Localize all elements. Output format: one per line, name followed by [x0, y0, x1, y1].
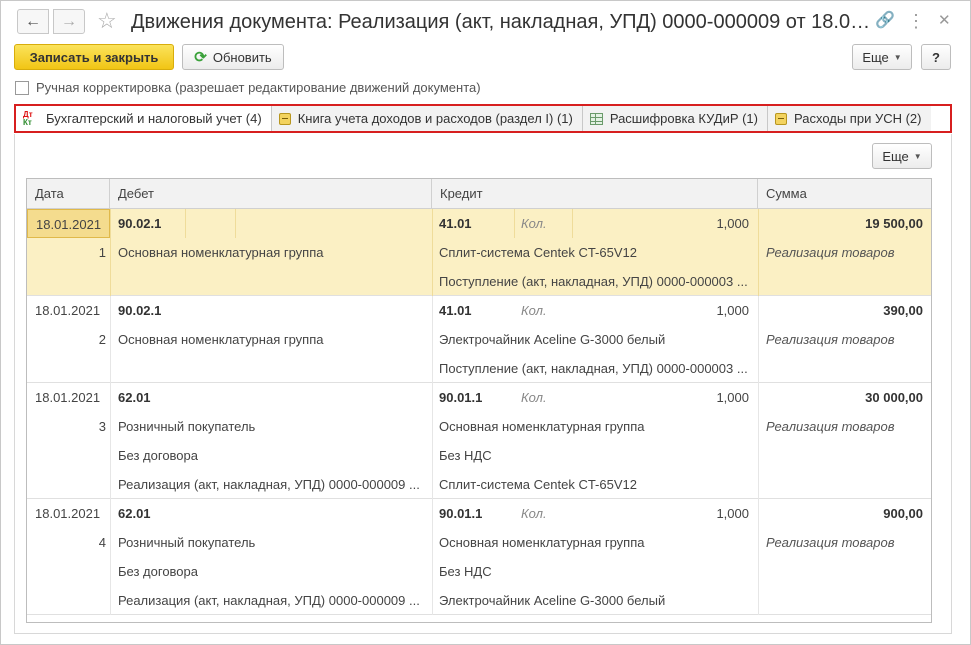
grid-icon	[589, 112, 603, 125]
row-date: 18.01.2021	[35, 506, 101, 521]
tab-accounting-label: Бухгалтерский и налоговый учет (4)	[46, 111, 262, 126]
dt-kt-icon: Дт Кт	[23, 109, 33, 127]
more-vertical-icon[interactable]: ⋮	[907, 11, 925, 31]
table-row[interactable]: 18.01.2021 4 62.01 Розничный покупатель …	[27, 499, 931, 615]
debit-subconto: Реализация (акт, накладная, УПД) 0000-00…	[118, 477, 420, 492]
debit-account: 90.02.1	[118, 303, 162, 318]
qty-label: Кол.	[521, 506, 547, 521]
credit-subconto: Без НДС	[439, 448, 492, 463]
credit-qty: 1,000	[716, 390, 749, 405]
qty-label: Кол.	[521, 390, 547, 405]
tab-accounting[interactable]: Дт Кт Бухгалтерский и налоговый учет (4)	[16, 106, 272, 131]
row-sum: 900,00	[883, 506, 923, 521]
save-and-close-label: Записать и закрыть	[29, 49, 159, 65]
credit-subconto: Без НДС	[439, 564, 492, 579]
credit-subconto: Поступление (акт, накладная, УПД) 0000-0…	[439, 274, 748, 289]
qty-label: Кол.	[521, 303, 547, 318]
debit-account: 90.02.1	[118, 216, 162, 231]
row-content: Реализация товаров	[766, 332, 895, 347]
table-row[interactable]: 18.01.2021 2 90.02.1 Основная номенклату…	[27, 296, 931, 383]
credit-subconto: Основная номенклатурная группа	[439, 419, 645, 434]
table-row[interactable]: 18.01.2021 3 62.01 Розничный покупатель …	[27, 383, 931, 499]
manual-correction-label[interactable]: Ручная корректировка (разрешает редактир…	[36, 80, 481, 95]
debit-account: 62.01	[118, 390, 151, 405]
row-sum: 19 500,00	[865, 216, 923, 231]
debit-subconto: Без договора	[118, 448, 198, 463]
row-number: 1	[98, 245, 106, 260]
refresh-button[interactable]: ⟳ Обновить	[182, 44, 284, 70]
refresh-label: Обновить	[212, 49, 272, 65]
credit-subconto: Основная номенклатурная группа	[439, 535, 645, 550]
row-number: 2	[98, 332, 106, 347]
arrow-right-icon[interactable]: →	[53, 9, 85, 34]
close-icon[interactable]: ✕	[938, 11, 951, 31]
window-title: Движения документа: Реализация (акт, нак…	[131, 11, 871, 33]
movements-table: Дата Дебет Кредит Сумма 18.01.2021 1 90.…	[26, 178, 932, 623]
help-button[interactable]: ?	[921, 44, 951, 70]
manual-correction-checkbox[interactable]	[15, 80, 29, 95]
save-and-close-button[interactable]: Записать и закрыть	[14, 44, 174, 70]
document-movements-window: ← → ☆ Движения документа: Реализация (ак…	[0, 0, 971, 645]
row-number: 4	[98, 535, 106, 550]
tab-kudir-details[interactable]: Расшифровка КУДиР (1)	[582, 106, 768, 131]
title-bar: ← → ☆ Движения документа: Реализация (ак…	[1, 1, 970, 41]
row-date[interactable]: 18.01.2021	[27, 209, 110, 238]
column-header-credit[interactable]: Кредит	[432, 179, 758, 209]
more-actions-button[interactable]: Еще ▼	[852, 44, 912, 70]
row-date: 18.01.2021	[35, 390, 101, 405]
row-sum: 390,00	[883, 303, 923, 318]
tab-usn-expenses-label: Расходы при УСН (2)	[794, 111, 922, 126]
qty-label: Кол.	[521, 216, 547, 231]
row-content: Реализация товаров	[766, 245, 895, 260]
credit-qty: 1,000	[716, 216, 749, 231]
manual-correction-row: Ручная корректировка (разрешает редактир…	[15, 80, 481, 95]
credit-subconto: Электрочайник Aceline G-3000 белый	[439, 593, 666, 608]
debit-subconto: Розничный покупатель	[118, 419, 256, 434]
tab-usn-expenses[interactable]: Расходы при УСН (2)	[768, 106, 931, 131]
credit-qty: 1,000	[716, 506, 749, 521]
debit-subconto: Реализация (акт, накладная, УПД) 0000-00…	[118, 593, 420, 608]
tab-bar: Дт Кт Бухгалтерский и налоговый учет (4) …	[16, 106, 931, 131]
row-content: Реализация товаров	[766, 535, 895, 550]
more-actions-label: Еще	[862, 49, 889, 65]
arrow-left-icon[interactable]: ←	[17, 9, 49, 34]
book-icon	[775, 112, 787, 125]
tab-income-expense-book-label: Книга учета доходов и расходов (раздел I…	[297, 111, 573, 126]
caret-down-icon: ▼	[893, 52, 902, 62]
caret-down-icon: ▼	[913, 151, 922, 161]
help-label: ?	[932, 49, 940, 65]
credit-subconto: Электрочайник Aceline G-3000 белый	[439, 332, 666, 347]
credit-subconto: Сплит-система Centek CT-65V12	[439, 245, 637, 260]
debit-subconto: Без договора	[118, 564, 198, 579]
credit-subconto: Поступление (акт, накладная, УПД) 0000-0…	[439, 361, 748, 376]
debit-account: 62.01	[118, 506, 151, 521]
tab-kudir-details-label: Расшифровка КУДиР (1)	[609, 111, 758, 126]
table-row[interactable]: 18.01.2021 1 90.02.1 Основная номенклату…	[27, 209, 931, 296]
column-header-date[interactable]: Дата	[27, 179, 110, 209]
debit-subconto: Основная номенклатурная группа	[118, 332, 324, 347]
link-icon[interactable]: 🔗	[875, 11, 895, 31]
table-header: Дата Дебет Кредит Сумма	[27, 179, 931, 209]
column-header-debit[interactable]: Дебет	[110, 179, 432, 209]
row-sum: 30 000,00	[865, 390, 923, 405]
refresh-icon: ⟳	[194, 49, 207, 66]
column-header-sum[interactable]: Сумма	[758, 179, 931, 209]
row-date: 18.01.2021	[35, 303, 101, 318]
table-more-label: Еще	[882, 148, 909, 164]
book-icon	[278, 112, 291, 125]
star-icon[interactable]: ☆	[97, 7, 117, 35]
debit-subconto: Основная номенклатурная группа	[118, 245, 324, 260]
tab-income-expense-book[interactable]: Книга учета доходов и расходов (раздел I…	[271, 106, 583, 131]
credit-subconto: Сплит-система Centek CT-65V12	[439, 477, 637, 492]
row-content: Реализация товаров	[766, 419, 895, 434]
debit-subconto: Розничный покупатель	[118, 535, 256, 550]
table-more-button[interactable]: Еще ▼	[872, 143, 932, 169]
row-number: 3	[98, 419, 106, 434]
credit-qty: 1,000	[716, 303, 749, 318]
